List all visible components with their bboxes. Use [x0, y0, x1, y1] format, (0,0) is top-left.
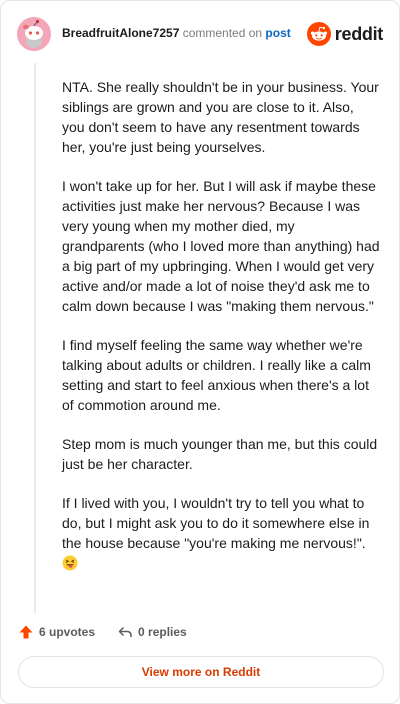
reply-arrow-icon [118, 626, 132, 637]
avatar[interactable] [17, 17, 51, 51]
comment-actions: 6 upvotes 0 replies [18, 621, 209, 643]
reply-count: 0 replies [138, 625, 187, 639]
comment-paragraph: I find myself feeling the same way wheth… [62, 337, 371, 413]
view-more-on-reddit-button[interactable]: View more on Reddit [18, 656, 384, 688]
comment-paragraph: NTA. She really shouldn't be in your bus… [62, 79, 379, 155]
comment-paragraph: Step mom is much younger than me, but th… [62, 436, 378, 472]
comment-paragraph-last: If I lived with you, I wouldn't try to t… [62, 493, 380, 576]
snoo-avatar-icon [17, 17, 51, 51]
comment-header: BreadfruitAlone7257 commented on post re… [17, 17, 383, 51]
thread-line[interactable] [34, 63, 36, 613]
reply-button[interactable]: 0 replies [117, 624, 187, 640]
reddit-wordmark: reddit [334, 23, 384, 44]
reddit-logo-icon [306, 22, 331, 46]
upvote-button[interactable]: 6 upvotes [18, 624, 95, 640]
grinning-squinting-tongue-emoji-icon [62, 555, 78, 576]
comment-paragraph-text: If I lived with you, I wouldn't try to t… [62, 495, 370, 551]
comment-paragraph: I won't take up for her. But I will ask … [62, 178, 380, 314]
post-link[interactable]: post [265, 26, 290, 40]
view-more-label: View more on Reddit [141, 665, 261, 679]
upvote-count: 6 upvotes [39, 625, 96, 639]
embedded-comment-card: BreadfruitAlone7257 commented on post re… [0, 0, 400, 704]
username-link[interactable]: BreadfruitAlone7257 [62, 26, 179, 40]
reddit-brand[interactable]: reddit [306, 21, 384, 47]
comment-body: NTA. She really shouldn't be in your bus… [62, 77, 380, 576]
action-text: commented on [179, 26, 266, 40]
upvote-arrow-icon [19, 625, 33, 639]
comment-meta: BreadfruitAlone7257 commented on post [62, 26, 291, 40]
